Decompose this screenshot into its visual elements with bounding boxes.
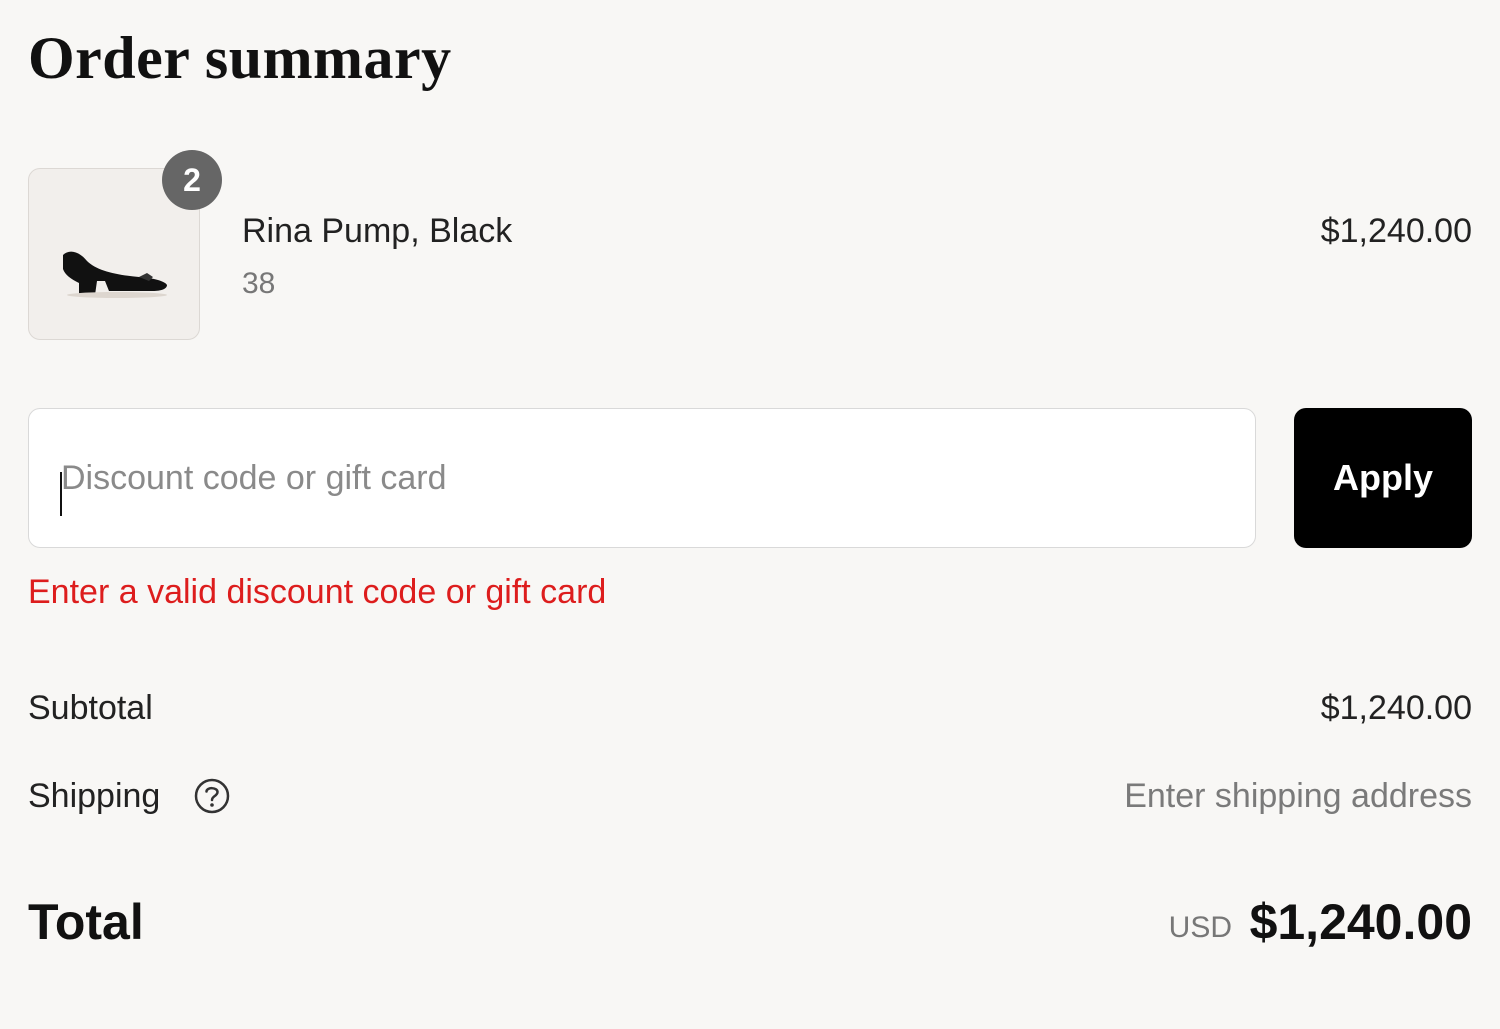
shipping-value: Enter shipping address [1124,777,1472,815]
shoe-image-icon [63,251,167,298]
apply-button[interactable]: Apply [1294,408,1472,548]
help-circle-icon[interactable] [192,776,232,816]
shipping-label: Shipping [28,777,161,815]
product-price: $1,240.00 [1320,212,1472,250]
text-cursor [60,472,62,516]
total-amount: $1,240.00 [1249,894,1472,950]
total-currency: USD [1168,911,1232,944]
total-label: Total [28,894,144,950]
subtotal-value: $1,240.00 [1320,689,1472,727]
quantity-badge: 2 [162,150,222,210]
discount-error-message: Enter a valid discount code or gift card [28,573,607,611]
subtotal-label: Subtotal [28,689,153,727]
discount-code-input[interactable] [28,408,1256,548]
product-variant: 38 [242,267,276,300]
product-name: Rina Pump, Black [242,212,513,250]
page-title: Order summary [28,25,452,91]
